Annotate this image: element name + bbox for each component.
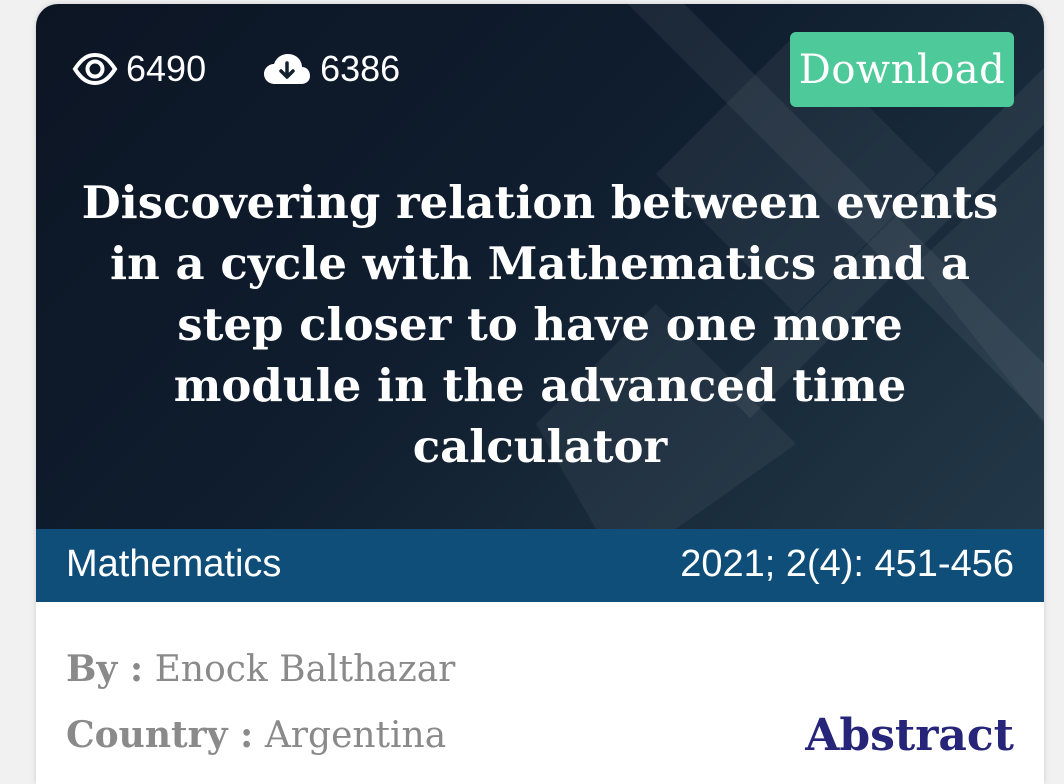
article-card: 6490 6386 Download Discovering relation … <box>36 4 1044 784</box>
subject-label: Mathematics <box>66 543 282 585</box>
country-name: Argentina <box>264 715 447 756</box>
article-title[interactable]: Discovering relation between events in a… <box>76 172 1004 477</box>
article-meta-bar: Mathematics 2021; 2(4): 451-456 <box>36 529 1044 602</box>
views-count: 6490 <box>126 48 207 89</box>
eye-icon <box>72 52 118 86</box>
cloud-download-icon <box>262 52 312 86</box>
author-row: By : Enock Balthazar <box>66 648 455 690</box>
country-label: Country : <box>66 714 254 756</box>
download-button[interactable]: Download <box>790 32 1014 107</box>
article-hero: 6490 6386 Download Discovering relation … <box>36 4 1044 529</box>
downloads-stat: 6386 <box>262 48 400 90</box>
author-name: Enock Balthazar <box>154 649 456 690</box>
downloads-count: 6386 <box>320 48 401 89</box>
country-row: Country : Argentina <box>66 714 446 756</box>
author-label: By : <box>66 648 144 690</box>
citation-label: 2021; 2(4): 451-456 <box>680 543 1014 585</box>
views-stat: 6490 <box>72 48 206 90</box>
article-stats: 6490 6386 <box>72 48 456 90</box>
abstract-link[interactable]: Abstract <box>805 710 1014 761</box>
